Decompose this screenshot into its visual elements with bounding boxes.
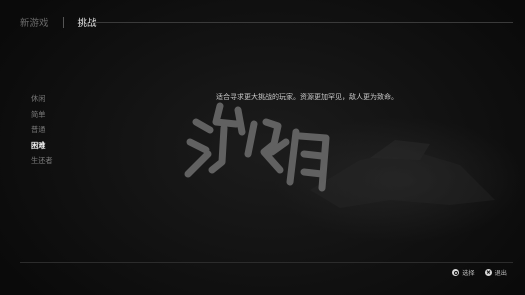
footer-divider bbox=[20, 262, 513, 263]
button-hints: 选择 退出 bbox=[452, 268, 507, 277]
difficulty-option-casual[interactable]: 休闲 bbox=[31, 91, 53, 107]
select-hint-label: 选择 bbox=[462, 270, 475, 277]
difficulty-option-normal[interactable]: 普通 bbox=[31, 122, 53, 138]
cross-button-icon bbox=[484, 269, 492, 276]
difficulty-menu: 休闲 简单 普通 困难 生还者 bbox=[31, 91, 53, 169]
back-hint[interactable]: 退出 bbox=[484, 268, 507, 277]
back-hint-label: 退出 bbox=[494, 270, 507, 277]
header-divider bbox=[90, 22, 513, 23]
breadcrumb: 新游戏 挑战 bbox=[20, 14, 97, 30]
difficulty-option-hard[interactable]: 困难 bbox=[31, 138, 53, 154]
difficulty-option-survivor[interactable]: 生还者 bbox=[31, 153, 53, 169]
circle-button-icon bbox=[452, 269, 460, 276]
breadcrumb-separator bbox=[62, 16, 64, 28]
select-hint[interactable]: 选择 bbox=[452, 268, 475, 277]
difficulty-option-easy[interactable]: 简单 bbox=[31, 107, 53, 123]
difficulty-description: 适合寻求更大挑战的玩家。资源更加罕见，敌人更为致命。 bbox=[216, 93, 398, 101]
breadcrumb-new-game[interactable]: 新游戏 bbox=[20, 15, 49, 29]
background-silhouette bbox=[310, 140, 495, 208]
difficulty-screen: 新游戏 挑战 休闲 简单 普通 困难 生还者 适合寻求更大挑战的玩家。资源更加罕… bbox=[0, 0, 525, 295]
